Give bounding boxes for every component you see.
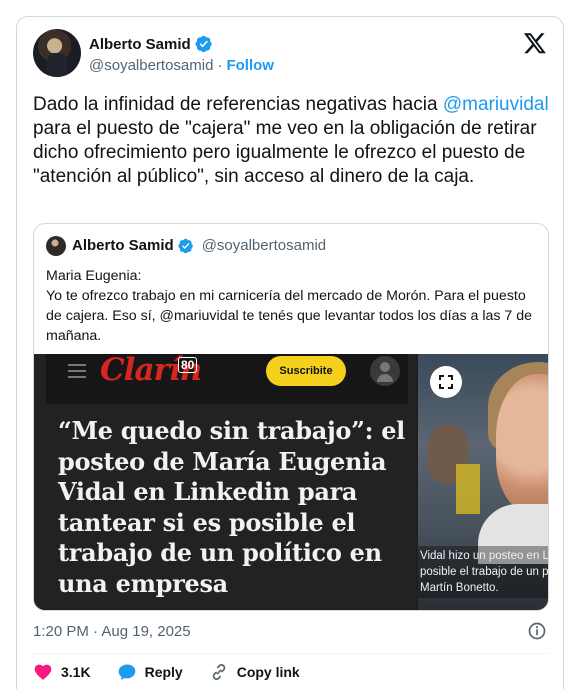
tweet-text-start: Dado la infinidad de referencias negativ… (33, 94, 443, 115)
reply-label: Reply (144, 664, 183, 680)
photo-background-object (456, 464, 480, 514)
author-avatar[interactable] (33, 29, 81, 77)
mention-link[interactable]: @mariuvidal (443, 94, 549, 115)
like-count: 3.1K (61, 664, 91, 680)
hamburger-icon (68, 364, 86, 378)
media-image-clarin[interactable]: Clarín 80 Suscribite “Me quedo sin traba… (34, 354, 416, 610)
tweet-text: Dado la infinidad de referencias negativ… (33, 93, 553, 189)
info-icon[interactable] (527, 621, 547, 641)
caption-line: posible el trabajo de un p (420, 566, 548, 578)
quoted-author-avatar (46, 236, 66, 256)
separator-dot: · (217, 57, 223, 74)
clarin-badge: 80 (178, 357, 198, 373)
x-logo-icon[interactable] (523, 31, 547, 55)
user-icon (370, 356, 400, 386)
quoted-tweet-line: Maria Eugenia: (46, 268, 142, 284)
quoted-author-row: Alberto Samid @soyalbertosamid (72, 237, 326, 254)
author-handle[interactable]: @soyalbertosamid (89, 57, 213, 74)
copy-link-label: Copy link (236, 664, 300, 680)
action-bar: 3.1K Reply Copy link (33, 659, 326, 685)
author-name-row: Alberto Samid (89, 35, 213, 53)
quoted-tweet[interactable]: Alberto Samid @soyalbertosamid Maria Eug… (33, 223, 549, 611)
tweet-card: Alberto Samid @soyalbertosamid · Follow … (16, 16, 564, 689)
reply-button[interactable]: Reply (117, 662, 183, 682)
clarin-header: Clarín 80 Suscribite (46, 354, 408, 404)
copy-link-button[interactable]: Copy link (209, 662, 300, 682)
quoted-author-handle: @soyalbertosamid (201, 237, 327, 254)
follow-button[interactable]: Follow (226, 57, 274, 74)
media-image-photo[interactable]: Vidal hizo un posteo en Li posible el tr… (418, 354, 548, 610)
link-icon (209, 662, 229, 682)
quoted-author-name: Alberto Samid (72, 237, 174, 254)
heart-icon (33, 662, 53, 682)
article-headline: “Me quedo sin trabajo”: el posteo de Mar… (58, 416, 405, 598)
caption-line: Martín Bonetto. (420, 582, 499, 594)
quoted-tweet-text: Maria Eugenia: Yo te ofrezco trabajo en … (46, 266, 538, 346)
subscribe-button: Suscribite (266, 356, 346, 386)
author-name[interactable]: Alberto Samid (89, 36, 191, 53)
divider (33, 653, 549, 654)
reply-icon (117, 662, 137, 682)
quoted-media[interactable]: Clarín 80 Suscribite “Me quedo sin traba… (34, 354, 548, 610)
quoted-tweet-line: Yo te ofrezco trabajo en mi carnicería d… (46, 288, 533, 344)
verified-badge-icon (178, 238, 194, 254)
tweet-timestamp[interactable]: 1:20 PM · Aug 19, 2025 (33, 623, 191, 640)
like-button[interactable]: 3.1K (33, 662, 91, 682)
photo-caption: Vidal hizo un posteo en Li posible el tr… (418, 546, 548, 598)
tweet-text-end: para el puesto de "cajera" me veo en la … (33, 118, 537, 187)
verified-badge-icon (195, 35, 213, 53)
author-handle-row: @soyalbertosamid · Follow (89, 57, 274, 74)
caption-line: Vidal hizo un posteo en Li (420, 550, 548, 562)
expand-icon[interactable] (430, 366, 462, 398)
